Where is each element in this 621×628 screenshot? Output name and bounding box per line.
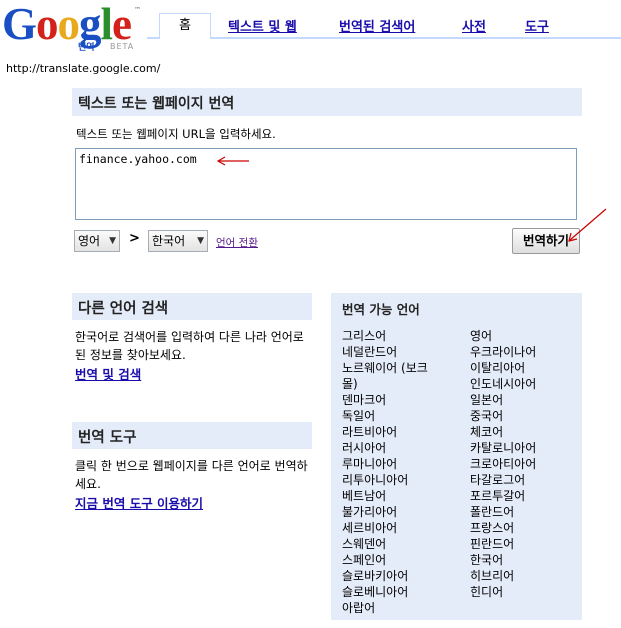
language-item: 한국어 — [470, 553, 504, 567]
language-item: 스페인어 — [342, 553, 387, 567]
language-item: 루마니아어 — [342, 457, 398, 471]
target-language-value: 한국어 — [152, 234, 186, 248]
language-item: 카탈로니아어 — [470, 441, 537, 455]
language-item: 타갈로그어 — [470, 473, 526, 487]
tab-text-and-web[interactable]: 텍스트 및 웹 — [228, 16, 297, 35]
language-item: 중국어 — [470, 409, 504, 423]
language-item: 라트비아어 — [342, 425, 398, 439]
tools-section-text: 클릭 한 번으로 웹페이지를 다른 언어로 번역하세요. — [75, 459, 308, 491]
language-item: 크로아티아어 — [470, 457, 537, 471]
language-item: 인도네시아어 — [470, 377, 537, 391]
tab-tools[interactable]: 도구 — [525, 16, 549, 35]
language-item: 그리스어 — [342, 329, 387, 343]
language-item: 러시아어 — [342, 441, 387, 455]
language-item: 덴마크어 — [342, 393, 387, 407]
swap-languages-link[interactable]: 언어 전환 — [216, 235, 258, 250]
language-item: 베트남어 — [342, 489, 387, 503]
language-item: 네덜란드어 — [342, 345, 398, 359]
search-section-text: 한국어로 검색어를 입력하여 다른 나라 언어로 된 정보를 찾아보세요. — [75, 330, 304, 362]
language-item: 힌디어 — [470, 585, 504, 599]
language-item: 리투아니아어 — [342, 473, 409, 487]
use-translate-tools-link[interactable]: 지금 번역 도구 이용하기 — [75, 493, 203, 512]
languages-column-2: 영어우크라이나어이탈리아어인도네시아어일본어중국어체코어카탈로니아어크로아티아어… — [470, 328, 580, 600]
language-item: 이탈리아어 — [470, 361, 526, 375]
source-language-select[interactable]: 영어 ▼ — [74, 230, 120, 252]
language-item: 일본어 — [470, 393, 504, 407]
languages-panel-title: 번역 가능 언어 — [342, 302, 420, 317]
language-item: 몰) — [342, 377, 358, 391]
page-url-text: http://translate.google.com/ — [6, 62, 161, 75]
translate-input-value[interactable]: finance.yahoo.com — [79, 152, 197, 166]
search-section-title: 다른 언어 검색 — [78, 301, 169, 317]
direction-separator: > — [129, 231, 140, 246]
target-language-select[interactable]: 한국어 ▼ — [148, 230, 208, 252]
language-item: 우크라이나어 — [470, 345, 537, 359]
logo-trademark: ™ — [134, 6, 141, 14]
translate-hint: 텍스트 또는 웹페이지 URL을 입력하세요. — [76, 127, 276, 141]
language-item: 폴란드어 — [470, 505, 515, 519]
translate-section-title: 텍스트 또는 웹페이지 번역 — [78, 96, 235, 112]
language-item: 프랑스어 — [470, 521, 515, 535]
language-item: 불가리아어 — [342, 505, 398, 519]
tab-home[interactable]: 홈 — [159, 13, 211, 39]
tools-section-header: 번역 도구 — [72, 422, 312, 449]
language-item: 히브리어 — [470, 569, 515, 583]
source-language-value: 영어 — [78, 234, 101, 248]
language-item: 세르비아어 — [342, 521, 398, 535]
tab-translated-search[interactable]: 번역된 검색어 — [339, 16, 415, 35]
google-logo[interactable]: Google — [2, 2, 132, 47]
language-item: 스웨덴어 — [342, 537, 387, 551]
translate-and-search-link[interactable]: 번역 및 검색 — [75, 364, 141, 383]
chevron-down-icon: ▼ — [197, 236, 204, 246]
translate-section-header: 텍스트 또는 웹페이지 번역 — [72, 88, 582, 116]
language-item: 노르웨이어 (보크 — [342, 361, 428, 375]
tab-dictionary[interactable]: 사전 — [462, 16, 486, 35]
tools-section-title: 번역 도구 — [78, 430, 137, 446]
language-item: 독일어 — [342, 409, 376, 423]
language-item: 슬로베니아어 — [342, 585, 409, 599]
chevron-down-icon: ▼ — [109, 236, 116, 246]
languages-column-1: 그리스어네덜란드어노르웨이어 (보크몰) 덴마크어독일어라트비아어러시아어루마니아… — [342, 328, 452, 616]
tab-underline — [147, 37, 621, 39]
language-item: 아랍어 — [342, 601, 376, 615]
logo-subtitle: 번역 — [78, 43, 95, 53]
search-section-header: 다른 언어 검색 — [72, 293, 312, 320]
logo-beta-label: BETA — [110, 42, 135, 51]
language-item: 영어 — [470, 329, 493, 343]
language-item: 체코어 — [470, 425, 504, 439]
language-item: 핀란드어 — [470, 537, 515, 551]
language-item: 슬로바키아어 — [342, 569, 409, 583]
translate-button[interactable]: 번역하기 — [512, 228, 580, 254]
language-item: 포르투갈어 — [470, 489, 526, 503]
